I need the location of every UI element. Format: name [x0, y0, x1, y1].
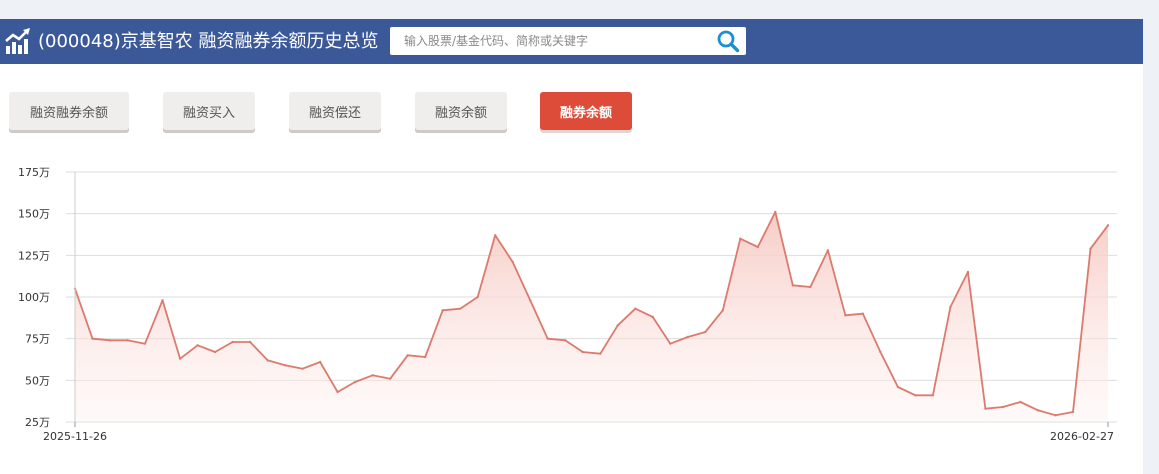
- data-point: [441, 309, 444, 312]
- data-point: [371, 374, 374, 377]
- data-point: [423, 355, 427, 359]
- data-point: [353, 380, 357, 384]
- data-point: [861, 312, 865, 315]
- data-point: [1071, 410, 1075, 414]
- data-point: [511, 260, 514, 264]
- data-point: [739, 237, 742, 240]
- y-tick-label: 25万: [25, 416, 50, 429]
- page-title: (000048)京基智农 融资融券余额历史总览: [38, 31, 379, 52]
- data-point: [721, 309, 725, 312]
- data-point: [686, 335, 689, 339]
- data-point: [564, 339, 567, 342]
- data-point: [336, 390, 339, 394]
- data-point: [91, 337, 94, 340]
- data-point: [1089, 247, 1092, 250]
- x-tick-label: 2025-11-26: [43, 430, 107, 443]
- data-point: [161, 299, 164, 302]
- data-point: [494, 234, 497, 237]
- data-point: [756, 245, 760, 249]
- data-point: [774, 210, 777, 214]
- data-point: [301, 367, 304, 370]
- data-point: [1054, 414, 1057, 417]
- data-point: [1001, 405, 1005, 409]
- data-point: [283, 364, 287, 367]
- data-point: [178, 357, 182, 360]
- data-point: [966, 270, 970, 274]
- data-point: [791, 284, 795, 287]
- y-tick-label: 175万: [18, 166, 50, 179]
- data-point: [634, 307, 637, 310]
- data-point: [599, 352, 602, 355]
- data-point: [476, 295, 479, 299]
- data-point: [949, 305, 952, 309]
- data-point: [931, 394, 935, 397]
- series-area: [75, 212, 1108, 422]
- tab-financing-repay[interactable]: 融资偿还: [289, 92, 381, 130]
- tab-bar: 融资融券余额 融资买入 融资偿还 融资余额 融券余额: [0, 92, 1143, 136]
- data-point: [266, 359, 269, 362]
- x-tick-label: 2026-02-27: [1050, 430, 1114, 443]
- data-point: [143, 342, 147, 345]
- short-balance-chart: 25万 50万 75万 100万 125万 150万 175万 2025-11-26 2026-…: [18, 166, 1117, 443]
- data-point: [231, 340, 234, 344]
- tab-margin-balance[interactable]: 融资融券余额: [9, 92, 129, 130]
- y-tick-label: 150万: [18, 208, 50, 221]
- data-point: [1036, 409, 1040, 412]
- y-tick-label: 100万: [18, 291, 50, 304]
- data-point: [108, 339, 112, 342]
- data-point: [248, 340, 252, 344]
- data-point: [704, 330, 707, 334]
- data-point: [529, 299, 532, 302]
- data-point: [126, 339, 129, 342]
- search-box: [390, 27, 746, 55]
- data-point: [458, 307, 462, 310]
- search-icon[interactable]: [716, 29, 740, 53]
- tab-financing-balance[interactable]: 融资余额: [415, 92, 507, 130]
- chart-trend-icon: [5, 28, 30, 54]
- page-header: (000048)京基智农 融资融券余额历史总览: [0, 19, 1143, 64]
- data-point: [406, 354, 409, 357]
- content-panel: 融资融券余额 融资买入 融资偿还 融资余额 融券余额 25万 50万 75万 100万…: [0, 64, 1143, 474]
- data-point: [1019, 400, 1022, 404]
- data-point: [546, 337, 549, 340]
- data-point: [984, 407, 987, 410]
- data-point: [318, 360, 322, 364]
- data-point: [826, 249, 830, 252]
- data-point: [213, 350, 217, 354]
- y-tick-label: 75万: [25, 333, 50, 346]
- y-tick-label: 50万: [25, 374, 50, 387]
- data-point: [581, 350, 584, 354]
- tab-short-balance[interactable]: 融券余额: [540, 92, 632, 130]
- y-tick-label: 125万: [18, 249, 50, 262]
- data-point: [914, 394, 917, 397]
- data-point: [196, 344, 199, 347]
- data-point: [616, 324, 619, 327]
- data-point: [388, 377, 392, 380]
- data-point: [1106, 224, 1110, 227]
- tab-financing-buy[interactable]: 融资买入: [163, 92, 255, 130]
- data-point: [809, 285, 812, 289]
- data-point: [669, 342, 672, 345]
- data-point: [844, 314, 847, 317]
- search-input[interactable]: [390, 27, 708, 55]
- data-point: [651, 315, 654, 319]
- data-point: [879, 350, 882, 354]
- data-point: [896, 385, 900, 389]
